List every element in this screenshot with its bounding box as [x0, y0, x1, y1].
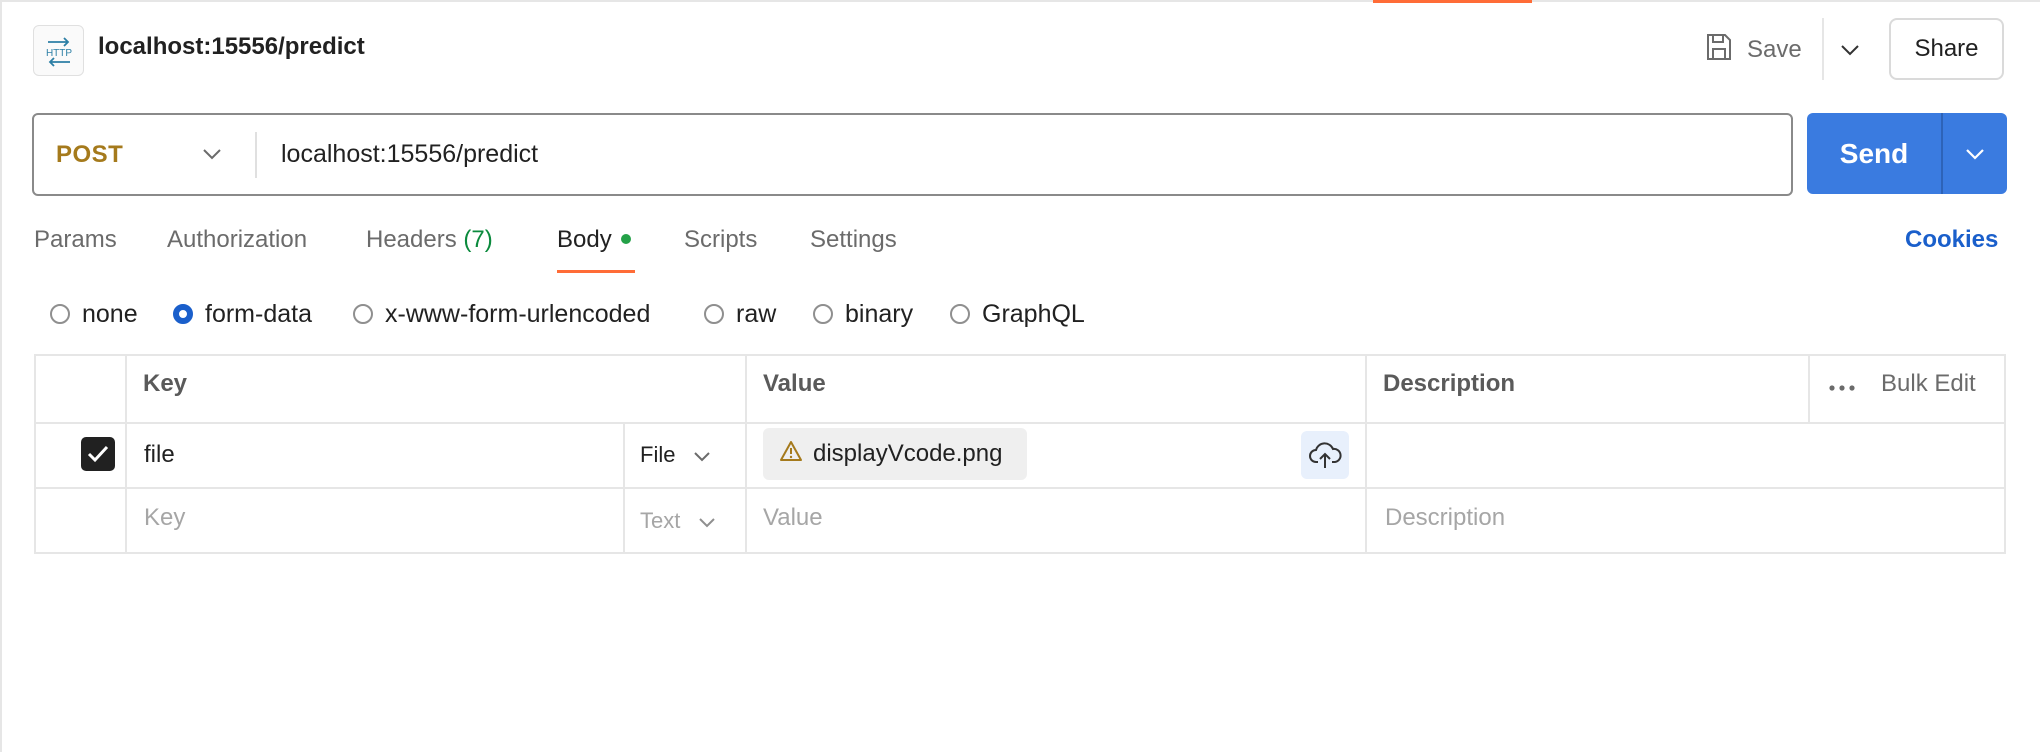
headers-count-badge: (7)	[463, 226, 493, 253]
save-button[interactable]: Save	[1705, 26, 1802, 74]
radio-form-data-label: form-data	[205, 299, 312, 328]
radio-raw[interactable]: raw	[704, 299, 776, 329]
request-title[interactable]: localhost:15556/predict	[98, 33, 365, 61]
cloud-upload-icon[interactable]	[1301, 431, 1349, 479]
row-type-select[interactable]: File	[640, 440, 711, 470]
method-select[interactable]: POST	[56, 115, 123, 194]
radio-binary-label: binary	[845, 299, 914, 328]
url-divider	[255, 132, 257, 178]
share-button[interactable]: Share	[1889, 18, 2004, 80]
new-row-type-select[interactable]: Text	[640, 506, 716, 536]
radio-circle	[353, 304, 373, 324]
radio-raw-label: raw	[736, 299, 777, 328]
radio-none[interactable]: none	[50, 299, 138, 329]
save-divider	[1822, 18, 1824, 80]
url-input[interactable]: localhost:15556/predict	[281, 115, 538, 194]
table-divider	[36, 422, 2004, 424]
send-options-chevron-icon[interactable]	[1943, 113, 2007, 194]
window-left-border	[0, 0, 2, 752]
http-icon: HTTP	[33, 25, 84, 76]
save-icon	[1705, 32, 1733, 69]
table-divider	[1808, 356, 1810, 422]
row-key[interactable]: file	[144, 441, 175, 469]
tab-settings[interactable]: Settings	[810, 226, 897, 254]
radio-circle-checked	[173, 304, 193, 324]
tab-headers[interactable]: Headers (7)	[366, 226, 493, 254]
radio-circle	[50, 304, 70, 324]
new-row-value-input[interactable]: Value	[763, 504, 823, 532]
radio-circle	[813, 304, 833, 324]
cookies-link[interactable]: Cookies	[1905, 226, 1998, 254]
file-value-chip[interactable]: displayVcode.png	[763, 428, 1027, 480]
radio-none-label: none	[82, 299, 138, 328]
radio-form-data[interactable]: form-data	[173, 299, 312, 329]
body-indicator-dot	[620, 233, 631, 244]
chevron-down-icon	[698, 508, 716, 534]
radio-graphql[interactable]: GraphQL	[950, 299, 1085, 329]
new-row-key-input[interactable]: Key	[144, 504, 185, 532]
warning-icon	[779, 440, 803, 469]
table-divider	[745, 356, 747, 552]
tab-headers-label: Headers	[366, 226, 457, 253]
tab-authorization[interactable]: Authorization	[167, 226, 307, 254]
table-divider	[36, 487, 2004, 489]
bulk-edit-button[interactable]: Bulk Edit	[1881, 370, 1976, 398]
radio-circle	[950, 304, 970, 324]
form-data-table: Key Value Description Bulk Edit file Fil…	[34, 354, 2006, 554]
column-header-value: Value	[763, 370, 826, 397]
new-row-type-label: Text	[640, 508, 681, 533]
table-divider	[1365, 356, 1367, 552]
tab-body-underline	[557, 270, 635, 273]
column-header-description: Description	[1383, 370, 1516, 397]
table-divider	[125, 356, 127, 552]
radio-binary[interactable]: binary	[813, 299, 913, 329]
column-header-key: Key	[143, 370, 188, 397]
active-tab-indicator	[1373, 0, 1532, 3]
save-options-chevron-icon[interactable]	[1834, 30, 1866, 70]
row-type-label: File	[640, 442, 676, 467]
new-row-description-input[interactable]: Description	[1385, 504, 1505, 532]
save-label: Save	[1747, 36, 1802, 63]
radio-urlencoded-label: x-www-form-urlencoded	[385, 299, 651, 328]
send-button-group: Send	[1807, 113, 2007, 194]
tab-scripts[interactable]: Scripts	[684, 226, 757, 254]
send-button[interactable]: Send	[1807, 113, 1941, 194]
svg-text:HTTP: HTTP	[45, 48, 71, 59]
radio-graphql-label: GraphQL	[982, 299, 1085, 328]
tab-body-label: Body	[557, 226, 612, 253]
radio-circle	[704, 304, 724, 324]
tab-body[interactable]: Body	[557, 226, 631, 254]
table-divider	[623, 422, 625, 552]
radio-urlencoded[interactable]: x-www-form-urlencoded	[353, 299, 650, 329]
window-top-border	[0, 0, 2040, 2]
url-bar: POST localhost:15556/predict	[32, 113, 1793, 196]
more-options-icon[interactable]	[1827, 378, 1857, 398]
tab-params[interactable]: Params	[34, 226, 117, 254]
chevron-down-icon[interactable]	[197, 139, 227, 169]
chevron-down-icon	[693, 442, 711, 468]
file-name: displayVcode.png	[813, 440, 1003, 467]
row-enabled-checkbox[interactable]	[81, 437, 115, 471]
